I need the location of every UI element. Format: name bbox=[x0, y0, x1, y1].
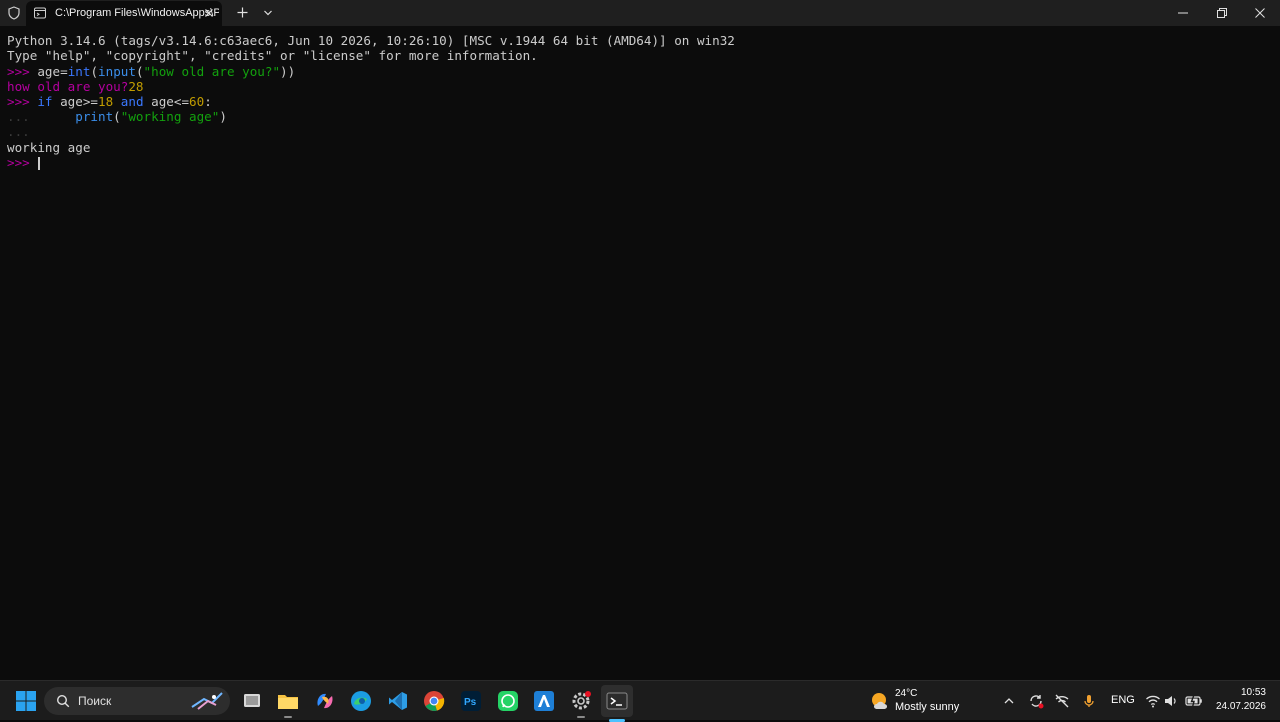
code-string: "working age" bbox=[120, 109, 220, 124]
search-highlight-image bbox=[191, 692, 223, 710]
banner-line-1: Python 3.14.6 (tags/v3.14.6:c63aec6, Jun… bbox=[7, 33, 735, 48]
code-text: : bbox=[204, 94, 212, 109]
terminal-app-button[interactable] bbox=[601, 685, 633, 722]
task-view-button[interactable] bbox=[240, 689, 264, 713]
code-keyword: and bbox=[120, 94, 144, 109]
chevron-up-icon[interactable] bbox=[1001, 693, 1017, 709]
terminal-output[interactable]: Python 3.14.6 (tags/v3.14.6:c63aec6, Jun… bbox=[0, 26, 1280, 680]
vscode-button[interactable] bbox=[386, 689, 410, 713]
tab-python[interactable]: C:\Program Files\WindowsApps\PythonSoftw… bbox=[26, 1, 222, 26]
code-builtin: int bbox=[67, 64, 91, 79]
tab-title: C:\Program Files\WindowsApps\PythonSoftw… bbox=[55, 7, 219, 19]
terminal-app-icon bbox=[606, 692, 628, 710]
chevron-down-icon[interactable] bbox=[262, 8, 274, 18]
prompt: >>> bbox=[7, 155, 30, 170]
weather-widget[interactable]: 24°C Mostly sunny bbox=[868, 687, 968, 715]
code-text: age= bbox=[37, 64, 68, 79]
input-prompt: how old are you? bbox=[7, 79, 129, 94]
settings-icon bbox=[572, 691, 591, 710]
input-value: 28 bbox=[128, 79, 144, 94]
svg-text:Ps: Ps bbox=[464, 697, 477, 708]
wifi-off-icon[interactable] bbox=[1054, 693, 1070, 709]
code-line-2: >>> if age>=18 and age<=60: bbox=[7, 94, 212, 109]
current-prompt-line: >>> bbox=[7, 155, 30, 170]
banner-line-2: Type "help", "copyright", "credits" or "… bbox=[7, 48, 538, 63]
code-text: ( bbox=[135, 64, 144, 79]
volume-icon[interactable] bbox=[1163, 693, 1179, 709]
code-builtin: input bbox=[98, 64, 136, 79]
wifi-icon[interactable] bbox=[1145, 693, 1161, 709]
start-button[interactable] bbox=[14, 689, 38, 713]
whatsapp-button[interactable] bbox=[496, 689, 520, 713]
output-line: working age bbox=[7, 140, 91, 155]
edge-icon bbox=[351, 691, 371, 711]
text-cursor bbox=[38, 157, 40, 170]
azure-button[interactable] bbox=[532, 689, 556, 713]
minimize-icon bbox=[1178, 12, 1188, 14]
clock-time[interactable]: 10:53 bbox=[1214, 687, 1266, 699]
file-explorer-icon bbox=[278, 695, 298, 709]
plus-icon[interactable] bbox=[236, 6, 249, 19]
search-placeholder: Поиск bbox=[78, 694, 112, 708]
code-number: 18 bbox=[98, 94, 114, 109]
code-line-4: ... bbox=[7, 124, 30, 139]
taskbar: Поиск Ps 24°C Mostly sunny ENG 10:53 24.… bbox=[0, 680, 1280, 722]
code-text: ( bbox=[90, 64, 99, 79]
whatsapp-icon bbox=[498, 691, 518, 711]
vscode-icon bbox=[389, 692, 407, 710]
maximize-icon bbox=[1217, 8, 1227, 18]
continuation-prompt: ... bbox=[7, 109, 30, 124]
close-icon bbox=[1255, 8, 1265, 18]
code-keyword: if bbox=[37, 94, 53, 109]
prompt: >>> bbox=[7, 64, 30, 79]
copilot-button[interactable] bbox=[313, 689, 337, 713]
search-icon bbox=[56, 694, 70, 708]
windows-start-icon bbox=[16, 691, 36, 711]
code-number: 60 bbox=[189, 94, 205, 109]
code-text: age<= bbox=[143, 94, 190, 109]
code-text: ( bbox=[113, 109, 121, 124]
running-indicator bbox=[284, 716, 292, 718]
weather-icon bbox=[872, 693, 887, 709]
continuation-prompt: ... bbox=[7, 124, 30, 139]
prompt: >>> bbox=[7, 94, 30, 109]
code-text: )) bbox=[280, 64, 296, 79]
weather-condition: Mostly sunny bbox=[895, 701, 960, 713]
photoshop-button[interactable]: Ps bbox=[459, 689, 483, 713]
sync-icon[interactable] bbox=[1028, 693, 1044, 709]
code-line-1: >>> age=int(input("how old are you?")) bbox=[7, 64, 295, 79]
azure-icon bbox=[534, 691, 554, 711]
running-indicator bbox=[577, 716, 585, 718]
clock-date[interactable]: 24.07.2026 bbox=[1214, 701, 1266, 713]
photoshop-icon: Ps bbox=[461, 691, 481, 711]
file-explorer-button[interactable] bbox=[276, 689, 300, 718]
chrome-button[interactable] bbox=[422, 689, 446, 713]
edge-button[interactable] bbox=[349, 689, 373, 713]
code-builtin: print bbox=[75, 109, 114, 124]
code-string: "how old are you?" bbox=[143, 64, 281, 79]
title-bar: C:\Program Files\WindowsApps\PythonSoftw… bbox=[0, 0, 1280, 26]
close-window-button[interactable] bbox=[1241, 0, 1279, 26]
terminal-icon bbox=[34, 7, 46, 19]
copilot-icon bbox=[317, 693, 333, 709]
microphone-icon[interactable] bbox=[1081, 693, 1097, 709]
maximize-button[interactable] bbox=[1203, 0, 1241, 26]
input-line: how old are you?28 bbox=[7, 79, 144, 94]
code-text: age>= bbox=[52, 94, 99, 109]
weather-temperature: 24°C bbox=[895, 688, 918, 699]
close-icon[interactable] bbox=[203, 7, 215, 19]
settings-button[interactable] bbox=[569, 689, 593, 718]
language-indicator[interactable]: ENG bbox=[1111, 694, 1135, 707]
minimize-button[interactable] bbox=[1164, 0, 1202, 26]
code-line-3: ... print("working age") bbox=[7, 109, 227, 124]
battery-icon[interactable] bbox=[1185, 693, 1203, 709]
chrome-icon bbox=[424, 691, 445, 711]
code-text: ) bbox=[219, 109, 227, 124]
search-box[interactable]: Поиск bbox=[44, 687, 230, 715]
task-view-icon bbox=[244, 694, 260, 707]
shield-icon[interactable] bbox=[7, 6, 21, 20]
